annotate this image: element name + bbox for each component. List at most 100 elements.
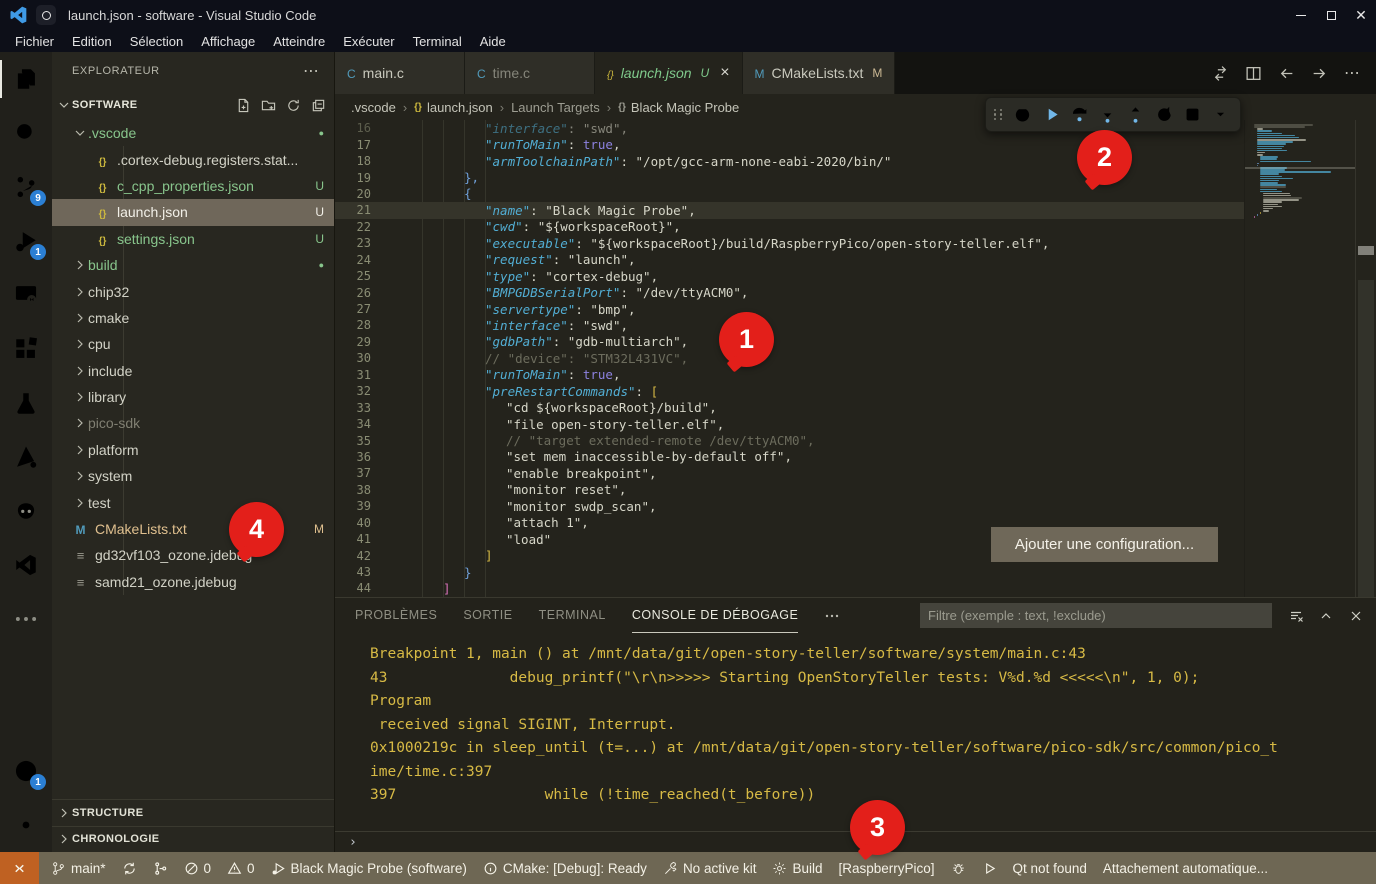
minimap[interactable]	[1244, 120, 1355, 597]
tree-item-cmake[interactable]: cmake	[52, 305, 334, 331]
tree-item-cmakelists-txt[interactable]: MCMakeLists.txtM	[52, 516, 334, 542]
status-warnings[interactable]: 0	[219, 852, 263, 884]
debug-step-out-button[interactable]	[1123, 101, 1149, 129]
activitybar-cmake[interactable]	[0, 430, 52, 484]
tree-item-launch-json[interactable]: {}launch.jsonU	[52, 199, 334, 225]
status-auto-attach[interactable]: Attachement automatique...	[1095, 852, 1276, 884]
activitybar-run-and-debug[interactable]: 1	[0, 214, 52, 268]
debug-stop-button[interactable]	[1179, 101, 1205, 129]
debug-console-filter-input[interactable]	[920, 603, 1272, 628]
clear-filter-icon[interactable]	[1288, 608, 1304, 624]
close-panel-icon[interactable]	[1348, 608, 1364, 624]
tree-item-platform[interactable]: platform	[52, 437, 334, 463]
workspace-section-header[interactable]: SOFTWARE	[52, 90, 334, 120]
menu-aide[interactable]: Aide	[471, 30, 515, 52]
status-branch[interactable]: main*	[43, 852, 114, 884]
tree-item-chip32[interactable]: chip32	[52, 278, 334, 304]
status-debug-icon[interactable]	[943, 852, 974, 884]
tab-close-icon[interactable]: ×	[720, 64, 729, 82]
code-line-23: 23"executable": "${workspaceRoot}/build/…	[335, 235, 1244, 251]
status-label: Black Magic Probe (software)	[291, 861, 467, 876]
section-structure[interactable]: STRUCTURE	[52, 799, 334, 826]
tree-item-library[interactable]: library	[52, 384, 334, 410]
minimize-button[interactable]	[1286, 0, 1316, 30]
activitybar-remote-explorer[interactable]	[0, 268, 52, 322]
debug-chevron-down-button[interactable]	[1208, 101, 1234, 129]
panel-tab-sortie[interactable]: SORTIE	[463, 598, 512, 633]
status-remote[interactable]	[0, 852, 39, 884]
editor-more-actions-icon[interactable]: ⋯	[1344, 63, 1360, 83]
tree-item-settings-json[interactable]: {}settings.jsonU	[52, 226, 334, 252]
tab-main-c[interactable]: C main.c	[335, 52, 465, 94]
debug-step-over-button[interactable]	[1066, 101, 1092, 129]
tree-item-system[interactable]: system	[52, 463, 334, 489]
activitybar-settings[interactable]	[0, 798, 52, 852]
tree-item-label: cpu	[88, 336, 111, 352]
collapse-panel-icon[interactable]	[1318, 608, 1334, 624]
panel-tab-terminal[interactable]: TERMINAL	[539, 598, 606, 633]
breadcrumb-item[interactable]: {}Black Magic Probe	[618, 100, 739, 115]
status-graph[interactable]	[145, 852, 176, 884]
status-cmake-status[interactable]: CMake: [Debug]: Ready	[475, 852, 655, 884]
status-build[interactable]: Build	[764, 852, 830, 884]
activitybar-extensions[interactable]	[0, 322, 52, 376]
tab-time-c[interactable]: C time.c	[465, 52, 595, 94]
tree-item-gd32vf103-ozone-jdebug[interactable]: ≡gd32vf103_ozone.jdebug	[52, 542, 334, 568]
menu-sélection[interactable]: Sélection	[121, 30, 192, 52]
debug-continue-button[interactable]	[1038, 101, 1064, 129]
debug-restart-button[interactable]	[1151, 101, 1177, 129]
status-variant[interactable]: [RaspberryPico]	[831, 852, 943, 884]
tree-item-include[interactable]: include	[52, 358, 334, 384]
toolbar-drag-handle[interactable]	[992, 106, 1005, 124]
activitybar-explorer[interactable]	[0, 52, 52, 106]
status-kit[interactable]: No active kit	[655, 852, 765, 884]
panel-tab-console-de-d-bogage[interactable]: CONSOLE DE DÉBOGAGE	[632, 598, 798, 633]
close-button[interactable]: ✕	[1346, 0, 1376, 30]
activitybar-source-control[interactable]: 9	[0, 160, 52, 214]
menu-atteindre[interactable]: Atteindre	[264, 30, 334, 52]
panel-more-tabs-icon[interactable]	[824, 608, 840, 624]
tree-item--cortex-debug-registers-stat-[interactable]: {}.cortex-debug.registers.stat...	[52, 146, 334, 172]
tree-item-cpu[interactable]: cpu	[52, 331, 334, 357]
tree-item-build[interactable]: build●	[52, 252, 334, 278]
debug-power-button[interactable]	[1009, 101, 1035, 129]
breadcrumb-item[interactable]: .vscode	[351, 100, 396, 115]
line-number: 18	[335, 154, 387, 168]
status-sync[interactable]	[114, 852, 145, 884]
activitybar-more[interactable]	[0, 592, 52, 646]
tab-cmakelists-txt[interactable]: M CMakeLists.txt M	[743, 52, 896, 94]
menu-fichier[interactable]: Fichier	[6, 30, 63, 52]
debug-console-output[interactable]: Breakpoint 1, main () at /mnt/data/git/o…	[335, 633, 1376, 831]
tree-item-pico-sdk[interactable]: pico-sdk	[52, 410, 334, 436]
tree-item-test[interactable]: test	[52, 489, 334, 515]
menu-affichage[interactable]: Affichage	[192, 30, 264, 52]
status-debug-target[interactable]: Black Magic Probe (software)	[263, 852, 475, 884]
status-label: Qt not found	[1013, 861, 1087, 876]
chevron-right-icon	[72, 336, 88, 352]
activitybar-search[interactable]	[0, 106, 52, 160]
editor-scrollbar[interactable]	[1355, 120, 1376, 597]
status-errors[interactable]: 0	[176, 852, 220, 884]
debug-step-into-button[interactable]	[1094, 101, 1120, 129]
status-qt[interactable]: Qt not found	[1005, 852, 1095, 884]
add-configuration-button[interactable]: Ajouter une configuration...	[991, 527, 1218, 562]
panel-tab-probl-mes[interactable]: PROBLÈMES	[355, 598, 437, 633]
activitybar-visual-studio[interactable]	[0, 538, 52, 592]
menu-terminal[interactable]: Terminal	[404, 30, 471, 52]
sidebar-more-icon[interactable]: ⋯	[303, 61, 320, 81]
breadcrumb-item[interactable]: {}launch.json	[414, 100, 493, 115]
status-launch[interactable]	[974, 852, 1005, 884]
maximize-button[interactable]	[1316, 0, 1346, 30]
activitybar-platformio[interactable]	[0, 484, 52, 538]
activitybar-accounts[interactable]: 1	[0, 744, 52, 798]
tree-item--vscode[interactable]: .vscode●	[52, 120, 334, 146]
menu-edition[interactable]: Edition	[63, 30, 121, 52]
breadcrumb-item[interactable]: Launch Targets	[511, 100, 600, 115]
activitybar-testing[interactable]	[0, 376, 52, 430]
tree-item-c-cpp-properties-json[interactable]: {}c_cpp_properties.jsonU	[52, 173, 334, 199]
section-chronologie[interactable]: CHRONOLOGIE	[52, 826, 334, 853]
tree-item-samd21-ozone-jdebug[interactable]: ≡samd21_ozone.jdebug	[52, 569, 334, 595]
code-editor[interactable]: 16"interface": "swd",17"runToMain": true…	[335, 120, 1376, 597]
tab-launch-json[interactable]: {} launch.json U ×	[595, 52, 743, 94]
menu-exécuter[interactable]: Exécuter	[334, 30, 403, 52]
